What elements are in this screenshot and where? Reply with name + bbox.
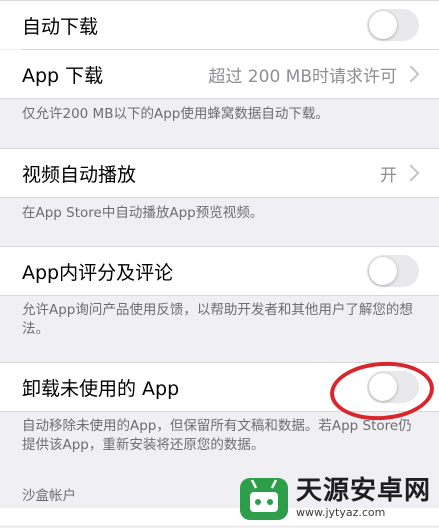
offload-label: 卸载未使用的 App [22, 377, 180, 400]
ratings-label: App内评分及评论 [22, 261, 174, 284]
app-download-value: 超过 200 MB时请求许可 [208, 66, 397, 87]
app-download-footer: 仅允许200 MB以下的App使用蜂窝数据自动下载。 [22, 106, 329, 122]
ratings-row[interactable]: App内评分及评论 [0, 247, 439, 295]
auto-download-label: 自动下载 [22, 15, 99, 38]
watermark-title: 天源安卓网 [296, 475, 432, 506]
group-bottom-border [0, 197, 439, 198]
offload-footer: 自动移除未使用的App，但保留所有文稿和数据。若App Store仍提供该App… [22, 418, 412, 453]
ratings-footer: 允许App询问产品使用反馈，以帮助开发者和其他用户了解您的想法。 [22, 302, 413, 337]
watermark-logo-icon [238, 472, 290, 524]
chevron-right-icon [402, 65, 420, 83]
watermark-text: 天源安卓网 www.jytyaz.com [296, 476, 431, 520]
group-bottom-border [0, 295, 439, 296]
watermark-url: www.jytyaz.com [296, 505, 386, 519]
toggle-knob [369, 257, 397, 285]
video-autoplay-row[interactable]: 视频自动播放 开 [0, 149, 439, 197]
group-bottom-border [0, 98, 439, 99]
video-autoplay-label: 视频自动播放 [22, 163, 137, 186]
auto-download-row[interactable]: 自动下载 [0, 1, 439, 49]
video-autoplay-footer: 在App Store中自动播放App预览视频。 [22, 205, 264, 221]
chevron-right-icon [402, 164, 420, 182]
ratings-toggle[interactable] [367, 255, 419, 287]
watermark: 天源安卓网 www.jytyaz.com [238, 470, 438, 525]
toggle-knob [369, 11, 397, 39]
app-download-label: App 下载 [22, 64, 104, 87]
auto-download-toggle[interactable] [367, 9, 419, 41]
app-download-row[interactable]: App 下载 超过 200 MB时请求许可 [0, 50, 439, 98]
sandbox-section-header: 沙盒帐户 [22, 488, 76, 504]
video-autoplay-value: 开 [380, 165, 397, 186]
